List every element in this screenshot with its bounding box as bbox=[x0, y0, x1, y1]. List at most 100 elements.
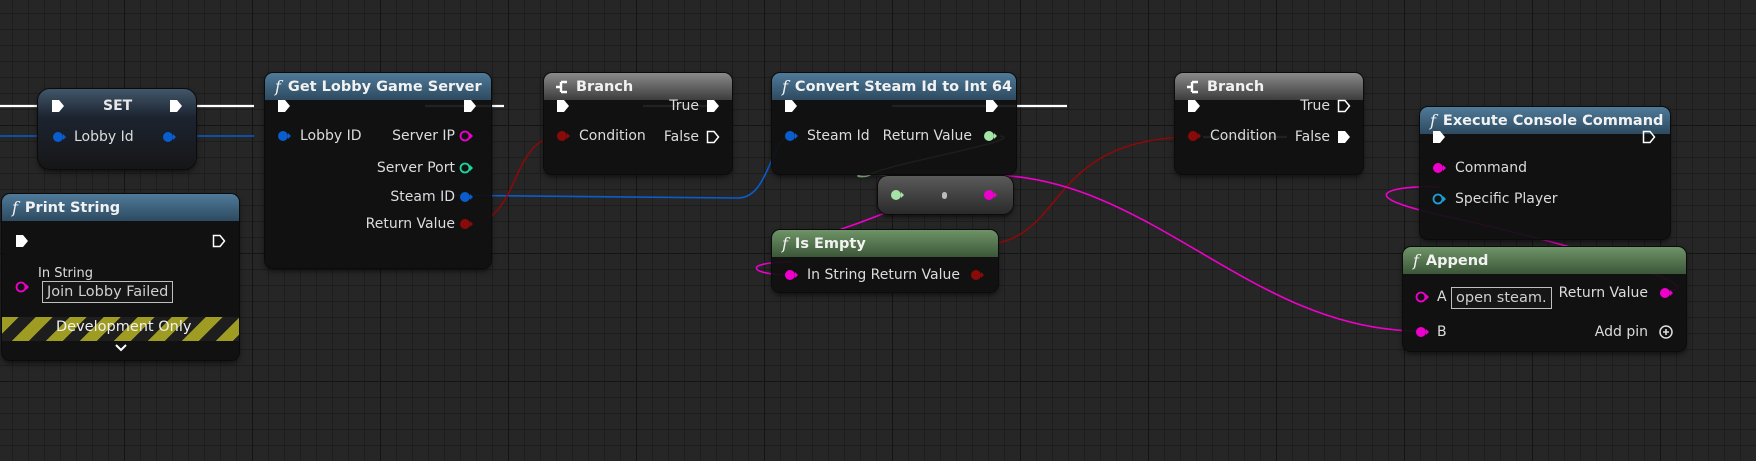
convert-pin-return-value-label: Return Value bbox=[882, 128, 972, 144]
get-lobby-pin-server-ip-label: Server IP bbox=[392, 128, 455, 144]
print-string-title: Print String bbox=[24, 199, 121, 216]
execute-console-command-header: f Execute Console Command bbox=[1420, 107, 1670, 134]
string-pin-icon[interactable] bbox=[1415, 290, 1429, 304]
struct-pin-icon[interactable] bbox=[459, 190, 473, 204]
append-title: Append bbox=[1425, 252, 1489, 269]
int64-pin-icon[interactable] bbox=[983, 129, 997, 143]
is-empty-node[interactable]: f Is Empty In String Return Value bbox=[772, 230, 998, 292]
exec-pin-icon[interactable] bbox=[706, 130, 720, 144]
bool-pin-icon[interactable] bbox=[556, 129, 570, 143]
function-icon: f bbox=[782, 234, 788, 253]
object-pin-icon[interactable] bbox=[1432, 192, 1446, 206]
branch-icon bbox=[556, 80, 567, 93]
branch-1-title: Branch bbox=[576, 78, 634, 95]
int-pin-icon[interactable] bbox=[459, 161, 473, 175]
get-lobby-game-server-title: Get Lobby Game Server bbox=[287, 78, 482, 95]
print-string-pin-in-string-label: In String bbox=[38, 266, 94, 281]
append-pin-b-label: B bbox=[1437, 324, 1447, 340]
exec-pin-icon[interactable] bbox=[15, 234, 29, 248]
convert-pin-steam-id-label: Steam Id bbox=[807, 128, 870, 144]
branch-1-header: Branch bbox=[544, 73, 732, 100]
is-empty-header: f Is Empty bbox=[772, 230, 998, 257]
exec-pin-icon[interactable] bbox=[169, 99, 183, 113]
branch-2-pin-true-label: True bbox=[1300, 98, 1330, 114]
function-icon: f bbox=[1413, 251, 1419, 270]
convert-steam-id-title: Convert Steam Id to Int 64 bbox=[794, 78, 1013, 95]
set-node-title: SET bbox=[103, 98, 133, 114]
struct-pin-icon[interactable] bbox=[784, 129, 798, 143]
exec-pin-icon[interactable] bbox=[51, 99, 65, 113]
string-pin-icon[interactable] bbox=[1659, 286, 1673, 300]
execute-pin-specific-player-label: Specific Player bbox=[1455, 191, 1558, 207]
int64-pin-icon[interactable] bbox=[890, 188, 904, 202]
struct-pin-icon[interactable] bbox=[162, 130, 176, 144]
exec-pin-icon[interactable] bbox=[1337, 99, 1351, 113]
bool-pin-icon[interactable] bbox=[970, 268, 984, 282]
print-string-in-string-field[interactable]: Join Lobby Failed bbox=[42, 281, 174, 303]
get-lobby-game-server-node[interactable]: f Get Lobby Game Server Lobby ID Server … bbox=[265, 73, 491, 268]
print-string-header: f Print String bbox=[2, 194, 239, 221]
function-icon: f bbox=[12, 198, 18, 217]
branch-2-title: Branch bbox=[1207, 78, 1265, 95]
exec-pin-icon[interactable] bbox=[1642, 130, 1656, 144]
is-empty-pin-return-value-label: Return Value bbox=[870, 267, 960, 283]
append-a-field[interactable]: open steam. bbox=[1451, 287, 1552, 309]
get-lobby-pin-lobby-id-label: Lobby ID bbox=[300, 128, 362, 144]
struct-pin-icon[interactable] bbox=[277, 129, 291, 143]
exec-pin-icon[interactable] bbox=[1337, 130, 1351, 144]
add-pin-icon[interactable] bbox=[1659, 325, 1673, 339]
exec-pin-icon[interactable] bbox=[1187, 99, 1201, 113]
graph-canvas[interactable]: SET Lobby Id f Print String In String Jo… bbox=[0, 0, 1756, 461]
string-pin-icon[interactable] bbox=[1415, 325, 1429, 339]
set-node[interactable]: SET Lobby Id bbox=[38, 89, 196, 169]
append-node[interactable]: f Append A open steam. Return Value B Ad… bbox=[1403, 247, 1686, 351]
branch-2-pin-condition-label: Condition bbox=[1210, 128, 1277, 144]
branch-node-2[interactable]: Branch True Condition False bbox=[1175, 73, 1363, 174]
bool-pin-icon[interactable] bbox=[1187, 129, 1201, 143]
string-pin-icon[interactable] bbox=[15, 280, 29, 294]
branch-1-pin-true-label: True bbox=[669, 98, 699, 114]
string-pin-icon[interactable] bbox=[1432, 161, 1446, 175]
string-pin-icon[interactable] bbox=[459, 129, 473, 143]
exec-pin-icon[interactable] bbox=[556, 99, 570, 113]
function-icon: f bbox=[1430, 111, 1436, 130]
append-add-pin-label[interactable]: Add pin bbox=[1595, 324, 1648, 340]
exec-pin-icon[interactable] bbox=[212, 234, 226, 248]
function-icon: f bbox=[275, 77, 281, 96]
string-wire-reroute-append-b bbox=[987, 174, 1419, 332]
exec-pin-icon[interactable] bbox=[985, 99, 999, 113]
development-only-label: Development Only bbox=[56, 319, 192, 335]
exec-pin-icon[interactable] bbox=[463, 99, 477, 113]
expand-chevron-icon[interactable] bbox=[114, 343, 128, 353]
convert-steam-id-node[interactable]: f Convert Steam Id to Int 64 Steam Id Re… bbox=[772, 73, 1016, 174]
branch-node-1[interactable]: Branch True Condition False bbox=[544, 73, 732, 174]
append-pin-a-label: A bbox=[1437, 289, 1447, 305]
append-pin-return-value-label: Return Value bbox=[1558, 285, 1648, 301]
execute-console-command-title: Execute Console Command bbox=[1442, 112, 1664, 129]
exec-pin-icon[interactable] bbox=[784, 99, 798, 113]
exec-pin-icon[interactable] bbox=[706, 99, 720, 113]
get-lobby-pin-steam-id-label: Steam ID bbox=[390, 189, 455, 205]
branch-1-pin-condition-label: Condition bbox=[579, 128, 646, 144]
print-string-node[interactable]: f Print String In String Join Lobby Fail… bbox=[2, 194, 239, 360]
branch-1-pin-false-label: False bbox=[663, 129, 699, 145]
conversion-dot-icon bbox=[942, 192, 947, 199]
conversion-node[interactable] bbox=[878, 176, 1013, 214]
bool-pin-icon[interactable] bbox=[459, 217, 473, 231]
append-header: f Append bbox=[1403, 247, 1686, 274]
function-icon: f bbox=[782, 77, 788, 96]
exec-pin-icon[interactable] bbox=[277, 99, 291, 113]
get-lobby-game-server-header: f Get Lobby Game Server bbox=[265, 73, 491, 100]
execute-console-command-node[interactable]: f Execute Console Command Command Specif… bbox=[1420, 107, 1670, 239]
string-pin-icon[interactable] bbox=[784, 268, 798, 282]
branch-2-pin-false-label: False bbox=[1294, 129, 1330, 145]
is-empty-pin-in-string-label: In String bbox=[807, 267, 867, 283]
set-pin-lobby-id-label: Lobby Id bbox=[74, 129, 134, 145]
exec-pin-icon[interactable] bbox=[1432, 130, 1446, 144]
branch-icon bbox=[1187, 80, 1198, 93]
string-pin-icon[interactable] bbox=[983, 188, 997, 202]
get-lobby-pin-return-value-label: Return Value bbox=[365, 216, 455, 232]
struct-pin-icon[interactable] bbox=[52, 130, 66, 144]
get-lobby-pin-server-port-label: Server Port bbox=[376, 160, 455, 176]
branch-2-header: Branch bbox=[1175, 73, 1363, 100]
